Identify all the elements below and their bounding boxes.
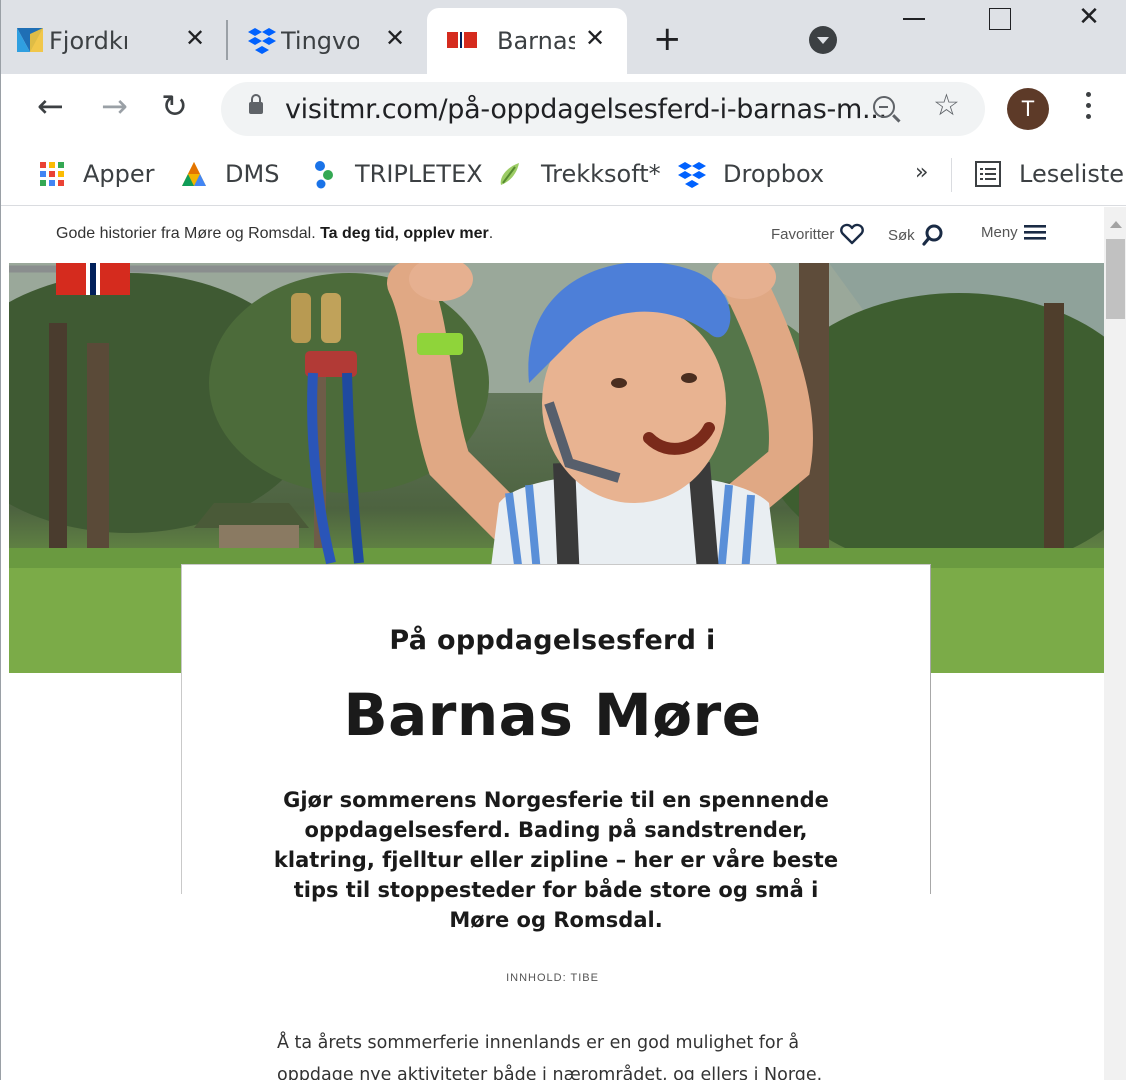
browser-menu-icon[interactable] (1085, 92, 1093, 126)
tab-separator (226, 20, 228, 60)
visitmr-favicon-icon (447, 32, 477, 48)
bookmarks-bar: Apper DMS TRIPLETEX Trekksoft* Dropbox »… (1, 144, 1126, 206)
search-link[interactable]: Søk (888, 223, 945, 247)
reading-list-button[interactable]: Leseliste (973, 156, 1124, 192)
apps-grid-icon (40, 162, 64, 186)
favorites-label: Favoritter (771, 225, 835, 243)
tab-strip: Fjordkr ✕ Tingvol ✕ Barnas ✕ + ✕ (1, 0, 1126, 74)
bookmark-label: Trekksoft* (541, 160, 661, 188)
profile-avatar[interactable]: T (1007, 88, 1049, 130)
tab-label: Tingvol (281, 27, 359, 55)
reading-list-label: Leseliste (1019, 160, 1124, 188)
tab-close-icon[interactable]: ✕ (185, 24, 205, 52)
article-body: Å ta årets sommerferie innenlands er en … (277, 1033, 823, 1080)
bookmark-label: TRIPLETEX (355, 160, 483, 188)
article-title: Barnas Møre (343, 681, 762, 749)
tab-tingvoll[interactable]: Tingvol ✕ (233, 8, 423, 74)
bookmark-label: Apper (83, 160, 155, 188)
norwegian-flag-icon (56, 263, 130, 295)
tagline-bold-text: Ta deg tid, opplev mer (320, 225, 489, 242)
scrollbar-thumb[interactable] (1106, 239, 1125, 319)
tab-close-icon[interactable]: ✕ (585, 24, 605, 52)
tripletex-icon (315, 161, 333, 189)
browser-window: Fjordkr ✕ Tingvol ✕ Barnas ✕ + ✕ ← → ↻ v… (0, 0, 1126, 1080)
tab-fjordkraft[interactable]: Fjordkr ✕ (1, 8, 223, 74)
zoom-out-icon[interactable] (873, 96, 895, 118)
fjordkraft-favicon-icon (17, 28, 43, 52)
article-lead: Gjør sommerens Norgesferie til en spenne… (273, 788, 839, 932)
page-scrollbar[interactable] (1104, 207, 1126, 1080)
bookmark-apper[interactable]: Apper (37, 156, 155, 192)
tab-barnas-active[interactable]: Barnas ✕ (427, 8, 627, 74)
favorites-link[interactable]: Favoritter (771, 223, 865, 245)
menu-label: Meny (981, 223, 1018, 241)
reload-icon[interactable]: ↻ (161, 88, 188, 124)
site-tagline: Gode historier fra Møre og Romsdal. Ta d… (56, 225, 493, 243)
hamburger-menu-icon (1023, 225, 1046, 240)
bookmark-label: DMS (225, 160, 280, 188)
site-header: Gode historier fra Møre og Romsdal. Ta d… (1, 207, 1104, 263)
search-label: Søk (888, 226, 915, 244)
bookmarks-overflow-button[interactable]: » (915, 160, 928, 185)
tagline-text: Gode historier fra Møre og Romsdal. (56, 225, 321, 242)
tab-label: Barnas (497, 27, 575, 55)
bookmark-tripletex[interactable]: TRIPLETEX (309, 156, 483, 192)
bookmark-trekksoft[interactable]: Trekksoft* (495, 156, 661, 192)
bookmark-label: Dropbox (723, 160, 825, 188)
bookmark-star-icon[interactable]: ☆ (933, 88, 960, 123)
tab-label: Fjordkr (49, 27, 127, 55)
reading-list-icon (975, 161, 1001, 187)
maximize-icon[interactable] (969, 0, 1029, 40)
address-bar[interactable]: visitmr.com/på-oppdagelsesferd-i-barnas-… (221, 82, 985, 136)
forward-arrow-icon[interactable]: → (101, 88, 128, 124)
content-credit: INNHOLD: TIBE (506, 972, 599, 984)
new-tab-button[interactable]: + (653, 22, 682, 56)
tab-close-icon[interactable]: ✕ (385, 24, 405, 52)
bookmarks-separator (951, 158, 952, 192)
bookmark-dropbox[interactable]: Dropbox (677, 156, 824, 192)
dropbox-favicon-icon (248, 28, 276, 54)
lock-icon[interactable] (249, 94, 263, 114)
window-close-icon[interactable]: ✕ (1059, 0, 1119, 40)
dropbox-icon (678, 162, 706, 188)
bookmark-dms[interactable]: DMS (179, 156, 279, 192)
back-arrow-icon[interactable]: ← (37, 88, 64, 124)
trekksoft-icon (500, 163, 519, 185)
minimize-icon[interactable] (883, 0, 943, 40)
search-icon (922, 224, 943, 246)
url-text[interactable]: visitmr.com/på-oppdagelsesferd-i-barnas-… (285, 94, 887, 125)
article-pre-title: På oppdagelsesferd i (389, 625, 716, 656)
heart-icon (840, 223, 865, 245)
dms-triangle-icon (182, 162, 206, 186)
tagline-period: . (488, 225, 494, 242)
tab-search-icon[interactable] (809, 26, 837, 54)
browser-toolbar: ← → ↻ visitmr.com/på-oppdagelsesferd-i-b… (1, 74, 1126, 144)
menu-link[interactable]: Meny (981, 223, 1046, 241)
scroll-up-arrow-icon[interactable] (1110, 221, 1122, 228)
web-page: Gode historier fra Møre og Romsdal. Ta d… (1, 207, 1104, 1080)
